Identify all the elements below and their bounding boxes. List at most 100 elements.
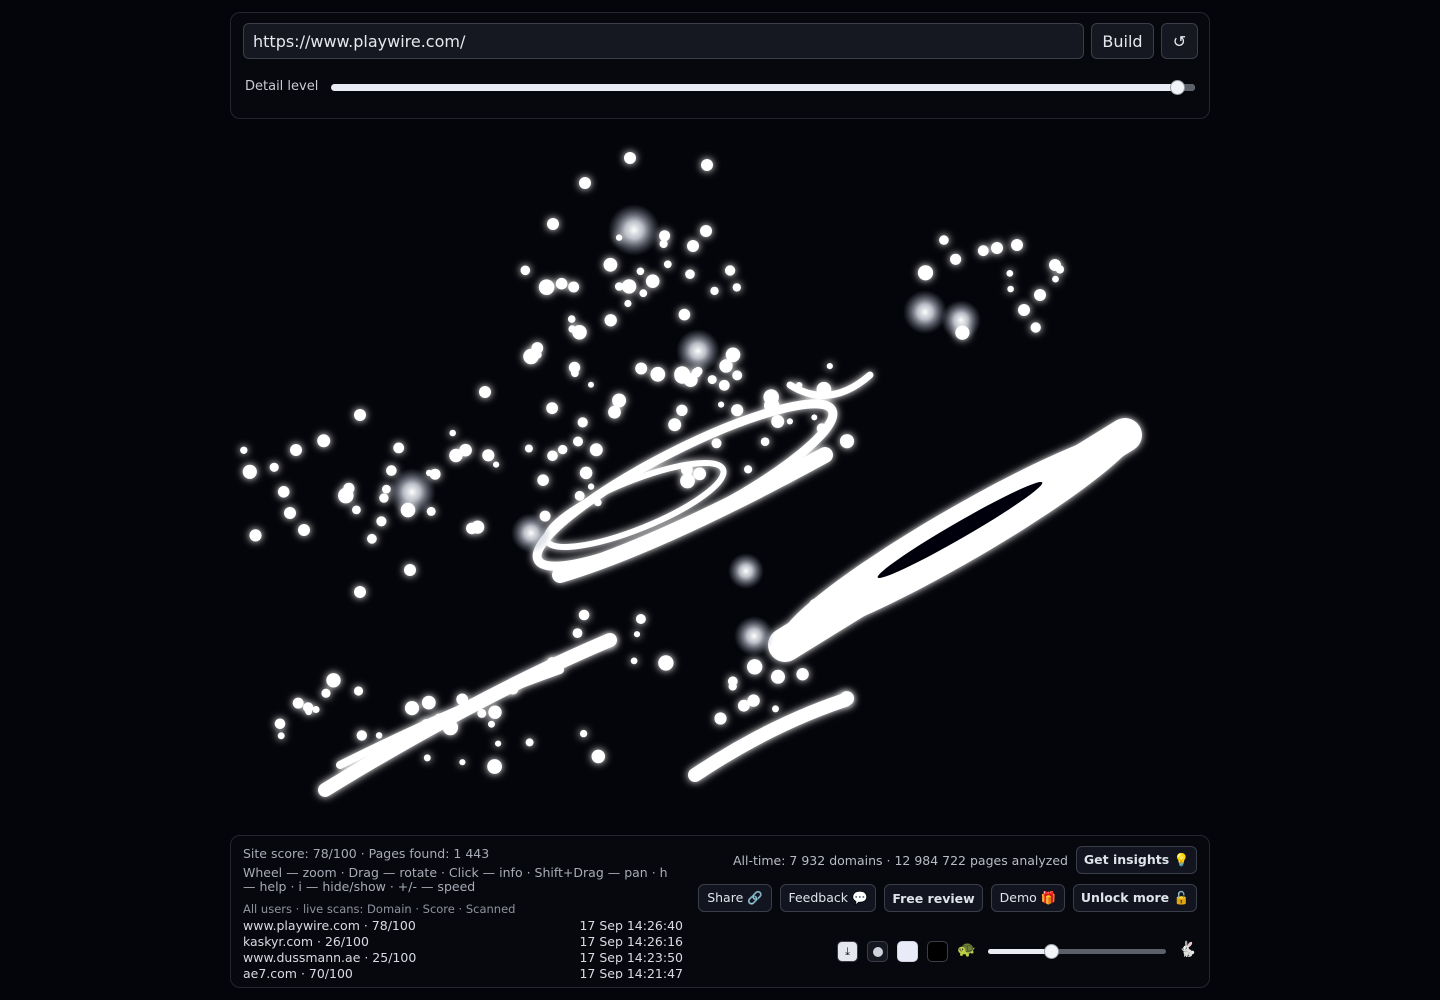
graph-node[interactable] <box>352 505 361 515</box>
graph-node[interactable] <box>520 265 531 276</box>
graph-node[interactable] <box>589 443 603 457</box>
graph-node[interactable] <box>459 759 466 766</box>
graph-node[interactable] <box>292 697 304 709</box>
graph-node[interactable] <box>917 265 934 281</box>
graph-node[interactable] <box>1030 322 1041 333</box>
graph-node[interactable] <box>525 738 534 747</box>
graph-node[interactable] <box>630 657 638 665</box>
graph-node[interactable] <box>488 720 495 728</box>
graph-node[interactable] <box>678 308 691 321</box>
graph-node[interactable] <box>367 533 377 544</box>
graph-node[interactable] <box>356 730 367 741</box>
graph-node[interactable] <box>321 688 331 698</box>
graph-node[interactable] <box>680 473 695 489</box>
graph-node[interactable] <box>718 379 730 391</box>
graph-node[interactable] <box>700 225 712 237</box>
graph-node[interactable] <box>707 375 717 385</box>
graph-node[interactable] <box>588 381 594 388</box>
graph-node[interactable] <box>594 498 602 507</box>
graph-node[interactable] <box>567 315 576 323</box>
graph-node[interactable] <box>635 614 646 624</box>
graph-node[interactable] <box>277 732 285 740</box>
graph-node[interactable] <box>587 483 595 490</box>
graph-node[interactable] <box>676 404 688 416</box>
graph-node[interactable] <box>537 474 549 487</box>
graph-node[interactable] <box>242 464 257 479</box>
graph-node[interactable] <box>547 218 559 230</box>
graph-node[interactable] <box>546 402 558 415</box>
graph-node[interactable] <box>659 230 671 242</box>
graph-node[interactable] <box>728 682 737 691</box>
graph-node[interactable] <box>482 449 495 462</box>
graph-node[interactable] <box>379 493 389 503</box>
graph-node[interactable] <box>603 257 618 272</box>
graph-node[interactable] <box>574 490 585 501</box>
graph-node[interactable] <box>249 529 262 542</box>
graph-node[interactable] <box>449 448 463 463</box>
build-button[interactable]: Build <box>1091 23 1154 59</box>
graph-node[interactable] <box>615 234 623 241</box>
graph-node[interactable] <box>376 516 387 527</box>
graph-node[interactable] <box>732 283 741 292</box>
graph-node[interactable] <box>663 260 672 269</box>
reset-button[interactable]: ↺ <box>1161 23 1198 59</box>
detail-level-slider[interactable] <box>331 80 1195 95</box>
graph-node[interactable] <box>839 691 855 706</box>
graph-node[interactable] <box>635 362 648 375</box>
graph-node[interactable] <box>421 695 436 710</box>
graph-node[interactable] <box>326 673 341 688</box>
graph-node[interactable] <box>578 609 590 621</box>
graph-node[interactable] <box>839 434 855 449</box>
graph-node[interactable] <box>375 732 383 739</box>
graph-node[interactable] <box>1052 275 1059 283</box>
graph-node[interactable] <box>612 393 627 408</box>
feedback-button[interactable]: Feedback 💬 <box>780 884 876 912</box>
share-button[interactable]: Share 🔗 <box>698 884 772 912</box>
graph-node[interactable] <box>771 415 785 428</box>
url-input[interactable] <box>243 23 1084 59</box>
scan-row[interactable]: ae7.com · 70/100 17 Sep 14:21:47 <box>243 966 683 979</box>
graph-node[interactable] <box>1006 270 1014 277</box>
graph-node[interactable] <box>685 269 695 279</box>
graph-node[interactable] <box>317 434 331 448</box>
demo-button[interactable]: Demo 🎁 <box>991 884 1065 912</box>
scan-row[interactable]: www.playwire.com · 78/100 17 Sep 14:26:40 <box>243 918 683 934</box>
graph-node[interactable] <box>533 350 542 359</box>
graph-node[interactable] <box>650 366 666 382</box>
graph-node[interactable] <box>538 279 555 295</box>
graph-node[interactable] <box>604 314 617 327</box>
dot-style-button[interactable] <box>867 941 888 962</box>
graph-node[interactable] <box>693 467 707 481</box>
graph-node[interactable] <box>393 442 405 454</box>
graph-node[interactable] <box>633 631 641 638</box>
graph-node[interactable] <box>624 152 636 164</box>
graph-node[interactable] <box>354 409 366 421</box>
light-theme-button[interactable] <box>897 941 918 962</box>
graph-node[interactable] <box>546 657 558 668</box>
graph-node[interactable] <box>419 719 435 734</box>
graph-node[interactable] <box>760 437 770 447</box>
graph-node[interactable] <box>382 484 391 494</box>
graph-node[interactable] <box>274 718 286 730</box>
graph-node[interactable] <box>991 242 1003 254</box>
graph-node[interactable] <box>950 253 962 265</box>
graph-node[interactable] <box>719 359 733 373</box>
graph-node[interactable] <box>939 235 949 245</box>
graph-node[interactable] <box>507 684 519 695</box>
graph-node[interactable] <box>731 404 744 417</box>
graph-node[interactable] <box>624 299 632 308</box>
site-graph-canvas[interactable] <box>230 125 1210 830</box>
graph-node[interactable] <box>343 482 355 494</box>
graph-node[interactable] <box>524 444 533 453</box>
scan-row[interactable]: www.dussmann.ae · 25/100 17 Sep 14:23:50 <box>243 950 683 966</box>
graph-node[interactable] <box>771 669 785 684</box>
graph-node[interactable] <box>744 465 753 474</box>
graph-node[interactable] <box>449 429 456 437</box>
graph-node[interactable] <box>621 279 637 294</box>
get-insights-button[interactable]: Get insights 💡 <box>1076 846 1197 874</box>
graph-node[interactable] <box>687 240 699 252</box>
unlock-more-button[interactable]: Unlock more 🔓 <box>1073 884 1197 912</box>
graph-node[interactable] <box>718 401 725 408</box>
graph-node[interactable] <box>466 522 478 535</box>
graph-node[interactable] <box>572 628 583 638</box>
